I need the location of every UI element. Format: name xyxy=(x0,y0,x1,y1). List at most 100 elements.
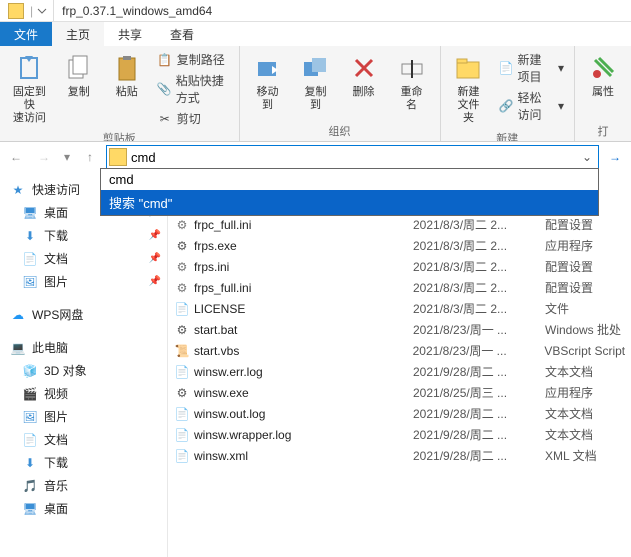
pin-icon: 📌 xyxy=(149,253,161,264)
document-icon: 📄 xyxy=(22,251,38,267)
sidebar-music[interactable]: 🎵音乐 xyxy=(0,474,167,497)
qat-divider: | xyxy=(30,4,33,18)
copy-path-button[interactable]: 📋复制路径 xyxy=(155,50,231,69)
sidebar-pictures[interactable]: 🖼图片📌 xyxy=(0,270,167,293)
download-icon: ⬇ xyxy=(22,455,38,471)
tab-file[interactable]: 文件 xyxy=(0,22,52,46)
tab-home[interactable]: 主页 xyxy=(52,22,104,46)
file-list[interactable]: ⚙frpc.exe2021/8/3/周二 2...应用程序⚙frpc.ini20… xyxy=(168,172,631,557)
sidebar-pictures2[interactable]: 🖼图片 xyxy=(0,405,167,428)
file-row[interactable]: 📄winsw.out.log2021/9/28/周二 ...文本文档 xyxy=(168,403,631,424)
easy-access-button[interactable]: 🔗轻松访问▾ xyxy=(497,88,566,124)
move-to-button[interactable]: 移动到 xyxy=(248,50,288,114)
address-suggestions: cmd 搜索 "cmd" xyxy=(100,168,599,216)
cut-button[interactable]: ✂剪切 xyxy=(155,109,231,128)
file-type-icon: 📜 xyxy=(174,343,190,359)
sidebar-videos[interactable]: 🎬视频 xyxy=(0,382,167,405)
picture-icon: 🖼 xyxy=(22,409,38,425)
new-folder-button[interactable]: 新建 文件夹 xyxy=(449,50,489,128)
sidebar-downloads[interactable]: ⬇下载📌 xyxy=(0,224,167,247)
nav-forward-button[interactable]: → xyxy=(32,145,56,169)
download-icon: ⬇ xyxy=(22,228,38,244)
nav-recent-button[interactable]: ▾ xyxy=(60,145,74,169)
folder-icon xyxy=(109,148,127,166)
sidebar-documents2[interactable]: 📄文档 xyxy=(0,428,167,451)
ribbon-group-open: 属性 打 xyxy=(575,46,631,141)
file-row[interactable]: ⚙frps.exe2021/8/3/周二 2...应用程序 xyxy=(168,235,631,256)
nav-back-button[interactable]: ← xyxy=(4,145,28,169)
sidebar-documents[interactable]: 📄文档📌 xyxy=(0,247,167,270)
file-row[interactable]: ⚙frpc_full.ini2021/8/3/周二 2...配置设置 xyxy=(168,214,631,235)
file-row[interactable]: 📄winsw.xml2021/9/28/周二 ...XML 文档 xyxy=(168,445,631,466)
cloud-icon: ☁ xyxy=(10,307,26,323)
copy-icon xyxy=(63,52,95,84)
nav-sidebar: ★快速访问 🖥桌面📌 ⬇下载📌 📄文档📌 🖼图片📌 ☁WPS网盘 💻此电脑 🧊3… xyxy=(0,172,168,557)
suggestion-item-selected[interactable]: 搜索 "cmd" xyxy=(101,190,598,215)
file-type: XML 文档 xyxy=(545,447,597,464)
file-row[interactable]: 📄winsw.err.log2021/9/28/周二 ...文本文档 xyxy=(168,361,631,382)
star-icon: ★ xyxy=(10,182,26,198)
new-item-button[interactable]: 📄新建项目▾ xyxy=(497,50,566,86)
copy-to-button[interactable]: 复制到 xyxy=(296,50,336,114)
sidebar-desktop2[interactable]: 🖥桌面 xyxy=(0,497,167,520)
pin-icon: 📌 xyxy=(149,230,161,241)
paste-button[interactable]: 粘贴 xyxy=(107,50,147,101)
pin-icon xyxy=(13,52,45,84)
main-area: ★快速访问 🖥桌面📌 ⬇下载📌 📄文档📌 🖼图片📌 ☁WPS网盘 💻此电脑 🧊3… xyxy=(0,172,631,557)
file-type-icon: ⚙ xyxy=(174,322,190,338)
file-row[interactable]: ⚙start.bat2021/8/23/周一 ...Windows 批处 xyxy=(168,319,631,340)
cube-icon: 🧊 xyxy=(22,363,38,379)
sidebar-this-pc[interactable]: 💻此电脑 xyxy=(0,336,167,359)
sidebar-3d-objects[interactable]: 🧊3D 对象 xyxy=(0,359,167,382)
file-type: 配置设置 xyxy=(545,258,593,275)
move-icon xyxy=(252,52,284,84)
file-row[interactable]: 📄winsw.wrapper.log2021/9/28/周二 ...文本文档 xyxy=(168,424,631,445)
rename-icon xyxy=(396,52,428,84)
file-type: 应用程序 xyxy=(545,237,593,254)
dropdown-icon[interactable] xyxy=(35,4,49,18)
copy-button[interactable]: 复制 xyxy=(59,50,99,101)
delete-button[interactable]: 删除 xyxy=(344,50,384,101)
go-button[interactable]: → xyxy=(603,145,627,169)
delete-icon xyxy=(348,52,380,84)
rename-button[interactable]: 重命名 xyxy=(392,50,432,114)
ribbon-group-new: 新建 文件夹 📄新建项目▾ 🔗轻松访问▾ 新建 xyxy=(441,46,575,141)
file-row[interactable]: 📜start.vbs2021/8/23/周一 ...VBScript Scrip… xyxy=(168,340,631,361)
pin-quick-access-button[interactable]: 固定到快 速访问 xyxy=(8,50,51,128)
path-icon: 📋 xyxy=(157,52,173,68)
file-type-icon: ⚙ xyxy=(174,217,190,233)
file-name: frps.ini xyxy=(194,260,409,274)
paste-icon xyxy=(111,52,143,84)
window-title: frp_0.37.1_windows_amd64 xyxy=(54,4,212,18)
file-date: 2021/9/28/周二 ... xyxy=(413,363,541,380)
file-row[interactable]: ⚙frps_full.ini2021/8/3/周二 2...配置设置 xyxy=(168,277,631,298)
picture-icon: 🖼 xyxy=(22,274,38,290)
nav-up-button[interactable]: ↑ xyxy=(78,145,102,169)
file-type: Windows 批处 xyxy=(545,321,621,338)
sidebar-downloads2[interactable]: ⬇下载 xyxy=(0,451,167,474)
file-row[interactable]: 📄LICENSE2021/8/3/周二 2...文件 xyxy=(168,298,631,319)
file-row[interactable]: ⚙frps.ini2021/8/3/周二 2...配置设置 xyxy=(168,256,631,277)
address-input[interactable] xyxy=(131,150,578,165)
ribbon-group-clipboard: 固定到快 速访问 复制 粘贴 📋复制路径 📎粘贴快捷方式 ✂剪切 剪贴板 xyxy=(0,46,240,141)
paste-shortcut-button[interactable]: 📎粘贴快捷方式 xyxy=(155,71,231,107)
tab-view[interactable]: 查看 xyxy=(156,22,208,46)
file-type-icon: ⚙ xyxy=(174,238,190,254)
sidebar-wps[interactable]: ☁WPS网盘 xyxy=(0,303,167,326)
properties-icon xyxy=(587,52,619,84)
file-name: start.bat xyxy=(194,323,409,337)
properties-button[interactable]: 属性 xyxy=(583,50,623,101)
easy-access-icon: 🔗 xyxy=(499,98,514,114)
desktop-icon: 🖥 xyxy=(22,205,38,221)
file-date: 2021/8/3/周二 2... xyxy=(413,237,541,254)
document-icon: 📄 xyxy=(22,432,38,448)
tab-share[interactable]: 共享 xyxy=(104,22,156,46)
suggestion-item[interactable]: cmd xyxy=(101,169,598,190)
file-row[interactable]: ⚙winsw.exe2021/8/25/周三 ...应用程序 xyxy=(168,382,631,403)
file-type-icon: 📄 xyxy=(174,406,190,422)
file-name: winsw.out.log xyxy=(194,407,409,421)
address-bar: ← → ▾ ↑ ⌄ → cmd 搜索 "cmd" xyxy=(0,142,631,172)
file-date: 2021/9/28/周二 ... xyxy=(413,405,541,422)
address-dropdown-icon[interactable]: ⌄ xyxy=(578,150,596,164)
address-input-box[interactable]: ⌄ xyxy=(106,145,599,169)
